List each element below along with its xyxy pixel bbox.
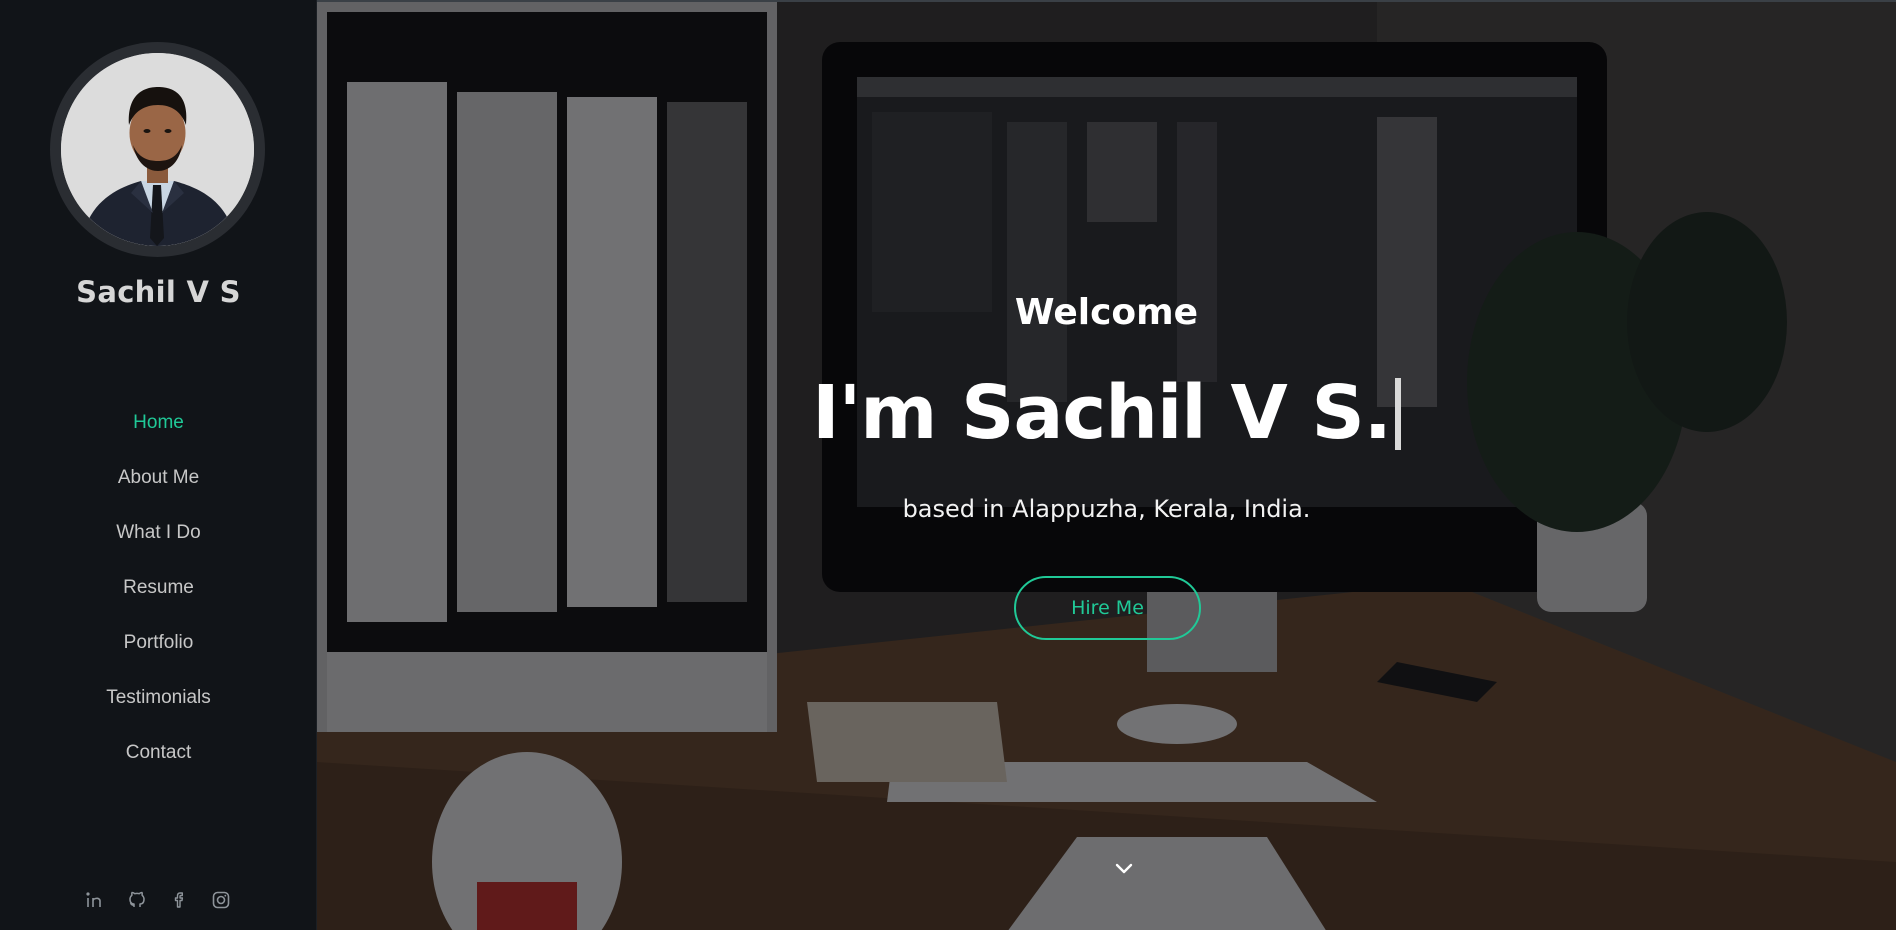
chevron-down-icon[interactable] (1112, 859, 1136, 879)
nav-item-about-me[interactable]: About Me (0, 460, 317, 515)
nav-item-testimonials[interactable]: Testimonials (0, 680, 317, 735)
profile-photo (61, 53, 254, 246)
hire-me-button[interactable]: Hire Me (1014, 576, 1201, 640)
sidebar-nav: Home About Me What I Do Resume Portfolio… (0, 405, 317, 790)
hero-headline-text: I'm Sachil V S. (812, 370, 1392, 456)
typing-cursor (1394, 378, 1401, 450)
hero-headline: I'm Sachil V S. (317, 370, 1896, 456)
github-icon[interactable] (125, 888, 149, 912)
nav-item-portfolio[interactable]: Portfolio (0, 625, 317, 680)
hero-welcome: Welcome (1014, 292, 1199, 333)
nav-item-contact[interactable]: Contact (0, 735, 317, 790)
sidebar: Sachil V S Home About Me What I Do Resum… (0, 0, 317, 930)
instagram-icon[interactable] (209, 888, 233, 912)
nav-item-what-i-do[interactable]: What I Do (0, 515, 317, 570)
facebook-icon[interactable] (167, 888, 191, 912)
avatar-ring (50, 42, 265, 257)
hero-overlay (317, 2, 1896, 930)
hero-section: Welcome I'm Sachil V S. based in Alappuz… (317, 0, 1896, 930)
avatar (61, 53, 254, 246)
page: Sachil V S Home About Me What I Do Resum… (0, 0, 1896, 930)
social-links (83, 888, 233, 912)
nav-item-home[interactable]: Home (0, 405, 317, 460)
nav-item-resume[interactable]: Resume (0, 570, 317, 625)
linkedin-icon[interactable] (83, 888, 107, 912)
hero-location: based in Alappuzha, Kerala, India. (902, 495, 1311, 523)
sidebar-name: Sachil V S (76, 275, 241, 309)
